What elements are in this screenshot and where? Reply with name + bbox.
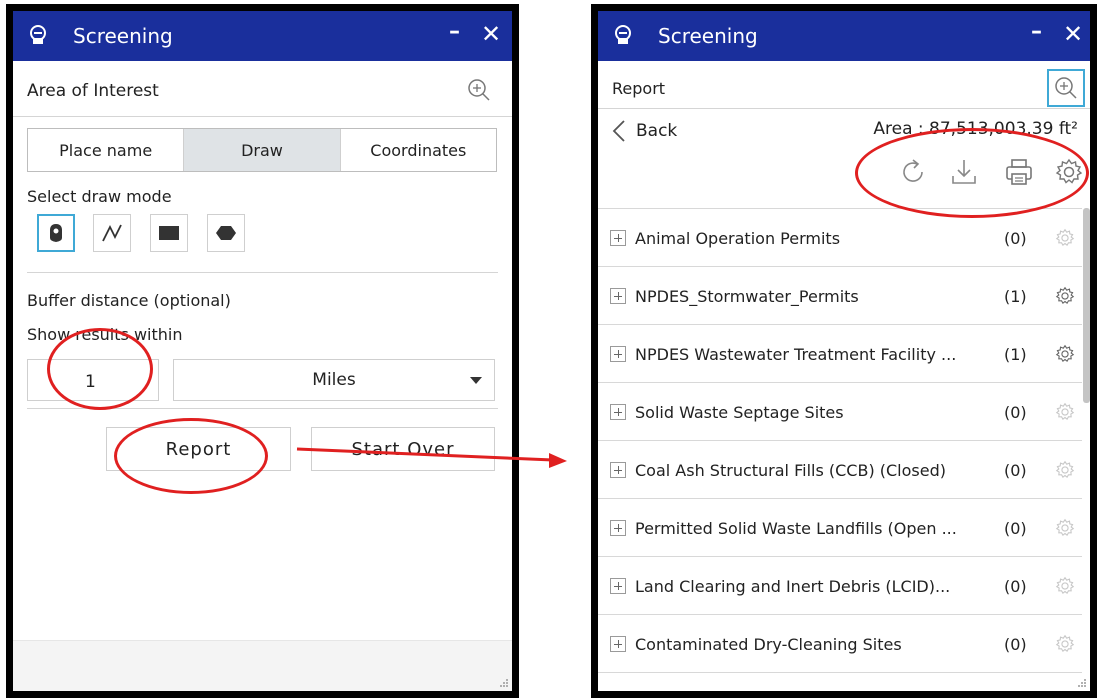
rectangle-icon bbox=[159, 226, 179, 240]
show-results-label: Show results within bbox=[27, 325, 183, 344]
list-item bbox=[598, 672, 1082, 691]
expand-icon[interactable] bbox=[610, 520, 626, 536]
close-button[interactable]: ✕ bbox=[481, 20, 501, 48]
refresh-icon[interactable] bbox=[898, 156, 930, 188]
buffer-unit-select[interactable]: Miles bbox=[173, 359, 495, 401]
draw-mode-label: Select draw mode bbox=[27, 187, 172, 206]
layer-count: (1) bbox=[1004, 286, 1027, 306]
layer-count: (0) bbox=[1004, 518, 1027, 538]
layer-name: Land Clearing and Inert Debris (LCID)... bbox=[635, 576, 951, 596]
start-over-button[interactable]: Start Over bbox=[311, 427, 495, 471]
expand-icon[interactable] bbox=[610, 462, 626, 478]
list-item[interactable]: Permitted Solid Waste Landfills (Open ..… bbox=[598, 498, 1082, 557]
layer-count: (0) bbox=[1004, 228, 1027, 248]
expand-icon[interactable] bbox=[610, 578, 626, 594]
expand-icon[interactable] bbox=[610, 636, 626, 652]
resize-grip-icon[interactable] bbox=[1077, 678, 1087, 688]
panel-title: Screening bbox=[658, 24, 758, 48]
list-item[interactable]: Contaminated Dry-Cleaning Sites (0) bbox=[598, 614, 1082, 673]
layer-name: Solid Waste Septage Sites bbox=[635, 402, 844, 422]
divider bbox=[598, 108, 1090, 109]
layer-name: Coal Ash Structural Fills (CCB) (Closed) bbox=[635, 460, 946, 480]
screening-panel-draw: Screening – ✕ Area of Interest Place nam… bbox=[6, 4, 519, 698]
location-tabs: Place name Draw Coordinates bbox=[27, 128, 497, 172]
panel-body: Report Back Area : 87,513,003.39 ft² Ani… bbox=[598, 61, 1090, 691]
title-bar: Screening – ✕ bbox=[13, 11, 512, 61]
divider bbox=[13, 116, 512, 117]
zoom-to-icon[interactable] bbox=[1047, 69, 1085, 107]
layer-name: NPDES_Stormwater_Permits bbox=[635, 286, 859, 306]
panel-footer bbox=[13, 640, 512, 691]
layer-name: Permitted Solid Waste Landfills (Open ..… bbox=[635, 518, 957, 538]
layer-count: (0) bbox=[1004, 402, 1027, 422]
layer-count: (0) bbox=[1004, 576, 1027, 596]
back-label: Back bbox=[636, 121, 678, 141]
list-item[interactable]: NPDES_Stormwater_Permits (1) bbox=[598, 266, 1082, 325]
layer-name: Animal Operation Permits bbox=[635, 228, 841, 248]
settings-icon[interactable] bbox=[1054, 459, 1076, 481]
title-bar: Screening – ✕ bbox=[598, 11, 1090, 61]
layer-list: Animal Operation Permits (0) NPDES_Storm… bbox=[598, 208, 1090, 691]
draw-point-button[interactable] bbox=[37, 214, 75, 252]
layer-count: (1) bbox=[1004, 344, 1027, 364]
panel-body: Area of Interest Place name Draw Coordin… bbox=[13, 61, 512, 691]
polygon-icon bbox=[216, 226, 236, 240]
list-item[interactable]: NPDES Wastewater Treatment Facility ... … bbox=[598, 324, 1082, 383]
tab-place-name[interactable]: Place name bbox=[28, 129, 185, 171]
panel-title: Screening bbox=[73, 24, 173, 48]
list-item[interactable]: Animal Operation Permits (0) bbox=[598, 208, 1082, 267]
settings-icon[interactable] bbox=[1054, 285, 1076, 307]
scrollbar[interactable] bbox=[1083, 208, 1090, 403]
settings-icon[interactable] bbox=[1054, 633, 1076, 655]
draw-polygon-button[interactable] bbox=[207, 214, 245, 252]
expand-icon[interactable] bbox=[610, 230, 626, 246]
tab-coordinates[interactable]: Coordinates bbox=[341, 129, 496, 171]
buffer-distance-input[interactable]: 1 bbox=[27, 359, 159, 401]
minimize-button[interactable]: – bbox=[1031, 19, 1042, 44]
layer-name: NPDES Wastewater Treatment Facility ... bbox=[635, 344, 957, 364]
screening-logo-icon bbox=[615, 25, 631, 44]
back-button[interactable]: Back bbox=[612, 119, 677, 143]
tab-draw[interactable]: Draw bbox=[184, 129, 341, 171]
draw-rectangle-button[interactable] bbox=[150, 214, 188, 252]
polyline-icon bbox=[102, 224, 122, 242]
resize-grip-icon[interactable] bbox=[499, 678, 509, 688]
layer-count: (0) bbox=[1004, 634, 1027, 654]
divider bbox=[27, 272, 498, 273]
zoom-to-icon[interactable] bbox=[466, 77, 492, 103]
area-readout: Area : 87,513,003.39 ft² bbox=[873, 119, 1078, 139]
point-icon bbox=[50, 224, 62, 242]
layer-count: (0) bbox=[1004, 460, 1027, 480]
unit-value: Miles bbox=[312, 370, 356, 390]
settings-icon[interactable] bbox=[1053, 156, 1085, 188]
screening-panel-report: Screening – ✕ Report Back Area : 87,513,… bbox=[591, 4, 1097, 698]
expand-icon[interactable] bbox=[610, 404, 626, 420]
print-icon[interactable] bbox=[1003, 156, 1035, 188]
layer-name: Contaminated Dry-Cleaning Sites bbox=[635, 634, 902, 654]
draw-polyline-button[interactable] bbox=[93, 214, 131, 252]
chevron-down-icon bbox=[470, 377, 482, 384]
settings-icon[interactable] bbox=[1054, 575, 1076, 597]
report-button[interactable]: Report bbox=[106, 427, 291, 471]
divider bbox=[27, 408, 498, 409]
section-title: Report bbox=[612, 79, 666, 98]
list-item[interactable]: Solid Waste Septage Sites (0) bbox=[598, 382, 1082, 441]
settings-icon[interactable] bbox=[1054, 343, 1076, 365]
section-title: Area of Interest bbox=[27, 81, 159, 101]
download-icon[interactable] bbox=[948, 156, 980, 188]
buffer-label: Buffer distance (optional) bbox=[27, 291, 231, 310]
settings-icon[interactable] bbox=[1054, 401, 1076, 423]
list-item[interactable]: Coal Ash Structural Fills (CCB) (Closed)… bbox=[598, 440, 1082, 499]
screening-logo-icon bbox=[30, 25, 46, 44]
settings-icon[interactable] bbox=[1054, 227, 1076, 249]
chevron-left-icon bbox=[612, 120, 625, 142]
minimize-button[interactable]: – bbox=[449, 19, 460, 44]
list-item[interactable]: Land Clearing and Inert Debris (LCID)...… bbox=[598, 556, 1082, 615]
settings-icon[interactable] bbox=[1054, 517, 1076, 539]
expand-icon[interactable] bbox=[610, 288, 626, 304]
close-button[interactable]: ✕ bbox=[1063, 20, 1083, 48]
expand-icon[interactable] bbox=[610, 346, 626, 362]
